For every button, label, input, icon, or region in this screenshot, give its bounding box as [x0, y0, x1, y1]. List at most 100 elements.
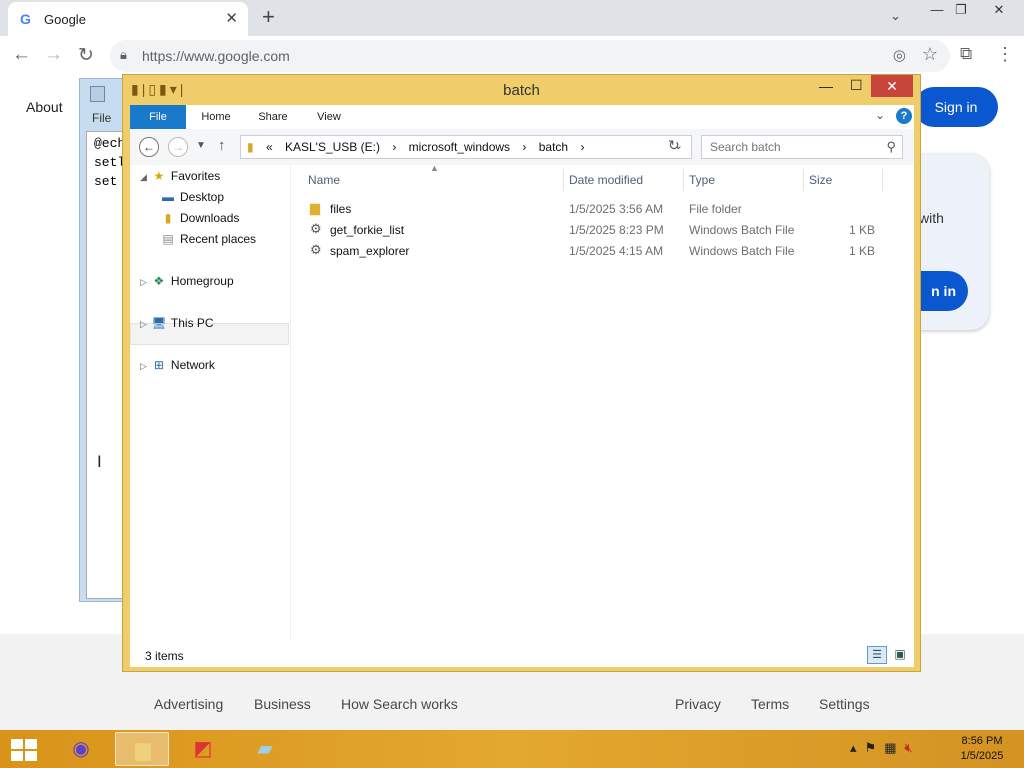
nav-recent-places[interactable]: ▤ Recent places	[160, 232, 256, 246]
footer-link-settings[interactable]: Settings	[819, 696, 870, 712]
breadcrumb-overflow[interactable]: «	[266, 140, 273, 154]
breadcrumb-microsoft-windows[interactable]: microsoft_windows	[409, 140, 510, 154]
forward-button[interactable]: →	[168, 137, 188, 157]
file-size: 1 KB	[848, 223, 875, 237]
breadcrumb-separator[interactable]: ›	[522, 140, 526, 154]
tab-view[interactable]: View	[306, 105, 352, 129]
file-explorer-icon: ▆	[135, 739, 151, 761]
footer-link-terms[interactable]: Terms	[751, 696, 789, 712]
tab-home[interactable]: Home	[192, 105, 240, 129]
close-window-button[interactable]: ✕	[984, 2, 1014, 22]
tab-file[interactable]: File	[130, 105, 186, 129]
explorer-maximize-button[interactable]: ☐	[850, 77, 863, 94]
nav-network[interactable]: ▷ ⊞ Network	[140, 358, 215, 372]
breadcrumb-separator[interactable]: ›	[392, 140, 396, 154]
file-row[interactable]: ▆ files 1/5/2025 3:56 AM File folder	[302, 198, 912, 219]
clock-time: 8:56 PM	[961, 735, 1003, 747]
details-view-icon[interactable]: ☰	[867, 646, 887, 664]
search-input[interactable]	[708, 139, 872, 155]
taskbar: ◉ ▆ ◩ ▰ ▴⚑▦🔇︎ 8:56 PM 1/5/2025	[0, 730, 1024, 768]
column-header-size[interactable]: Size	[809, 173, 832, 187]
restore-button[interactable]: ❐	[946, 2, 976, 22]
forward-icon[interactable]: →	[44, 44, 63, 66]
address-bar[interactable]: 🔒︎ https://www.google.com ◎ ☆	[110, 40, 950, 72]
collapse-triangle-icon[interactable]: ◢	[140, 172, 147, 182]
menu-kebab-icon[interactable]: ⋮	[996, 44, 1014, 65]
browser-tab[interactable]: G Google ✕	[8, 2, 248, 36]
taskbar-file-explorer[interactable]: ▆	[115, 732, 169, 766]
refresh-icon[interactable]: ↻	[668, 137, 680, 154]
sort-ascending-icon: ▲	[430, 163, 439, 173]
column-divider[interactable]	[803, 169, 804, 191]
tracking-blocked-icon[interactable]: ◎	[893, 46, 906, 64]
nav-favorites[interactable]: ◢ ★ Favorites	[140, 169, 220, 183]
column-header-date-modified[interactable]: Date modified	[569, 173, 643, 187]
nav-homegroup[interactable]: ▷ ❖ Homegroup	[140, 274, 234, 288]
search-icon[interactable]: ⚲	[886, 139, 896, 155]
notepad-menu-file[interactable]: File	[92, 111, 111, 125]
notepad-icon: ▰	[257, 738, 273, 760]
expand-triangle-icon[interactable]: ▷	[140, 319, 147, 329]
folder-icon: ▮	[247, 140, 254, 154]
large-icons-view-icon[interactable]: ▣	[891, 646, 909, 662]
column-divider[interactable]	[882, 169, 883, 191]
column-divider[interactable]	[683, 169, 684, 191]
tab-search-chevron-icon[interactable]: ⌄	[890, 8, 901, 24]
breadcrumb-separator[interactable]: ›	[580, 140, 584, 154]
column-divider[interactable]	[563, 169, 564, 191]
google-favicon-icon: G	[20, 11, 31, 27]
expand-triangle-icon[interactable]: ▷	[140, 361, 147, 371]
footer-link-privacy[interactable]: Privacy	[675, 696, 721, 712]
file-row[interactable]: ⚙ get_forkie_list 1/5/2025 8:23 PM Windo…	[302, 219, 912, 240]
help-icon[interactable]: ?	[896, 108, 912, 124]
system-tray[interactable]: ▴⚑▦🔇︎	[850, 740, 921, 756]
file-date: 1/5/2025 4:15 AM	[569, 244, 664, 258]
close-tab-icon[interactable]: ✕	[225, 9, 238, 27]
notepad-line: set	[94, 174, 118, 189]
tab-share[interactable]: Share	[248, 105, 298, 129]
sign-in-button[interactable]: Sign in	[914, 87, 998, 127]
back-icon[interactable]: ←	[12, 44, 31, 66]
breadcrumb-batch[interactable]: batch	[539, 140, 568, 154]
column-header-type[interactable]: Type	[689, 173, 715, 187]
about-link[interactable]: About	[26, 99, 63, 115]
window-title: batch	[503, 82, 540, 99]
site-info-icon[interactable]: 🔒︎	[120, 47, 127, 63]
file-row[interactable]: ⚙ spam_explorer 1/5/2025 4:15 AM Windows…	[302, 240, 912, 261]
star-icon: ★	[153, 169, 165, 183]
item-count: 3 items	[145, 649, 184, 663]
expand-triangle-icon[interactable]: ▷	[140, 277, 147, 287]
search-box[interactable]: ⚲	[701, 135, 903, 159]
extensions-icon[interactable]: ⧉	[960, 44, 972, 64]
file-name: get_forkie_list	[330, 223, 405, 237]
footer-link-advertising[interactable]: Advertising	[154, 696, 223, 712]
file-size: 1 KB	[848, 244, 875, 258]
bookmark-star-icon[interactable]: ☆	[922, 44, 938, 65]
expand-ribbon-chevron-icon[interactable]: ⌄	[875, 108, 885, 122]
url-text: https://www.google.com	[142, 48, 290, 64]
nav-this-pc[interactable]: ▷ 🖥︎ This PC	[140, 316, 214, 330]
reload-icon[interactable]: ↻	[78, 44, 94, 67]
recent-locations-chevron-icon[interactable]: ▼	[196, 140, 206, 151]
new-tab-button[interactable]: +	[262, 4, 275, 30]
explorer-minimize-button[interactable]: —	[819, 78, 833, 94]
taskbar-app[interactable]: ◩	[176, 732, 230, 766]
firefox-icon: ◉	[72, 738, 90, 760]
up-arrow-icon[interactable]: ↑	[218, 137, 226, 154]
back-button[interactable]: ←	[139, 137, 159, 157]
taskbar-firefox[interactable]: ◉	[54, 732, 108, 766]
explorer-close-button[interactable]: ✕	[871, 75, 913, 97]
nav-downloads[interactable]: ▮ Downloads	[160, 211, 240, 225]
network-icon: ▦	[884, 740, 905, 755]
taskbar-notepad[interactable]: ▰	[238, 732, 292, 766]
footer-link-how-search-works[interactable]: How Search works	[341, 696, 458, 712]
start-button[interactable]	[10, 738, 38, 762]
column-header-name[interactable]: Name	[308, 173, 340, 187]
explorer-title-bar[interactable]: ▮|▯▮▾| batch — ☐ ✕	[123, 75, 920, 105]
clock[interactable]: 8:56 PM 1/5/2025	[952, 734, 1012, 764]
breadcrumb-drive[interactable]: KASL'S_USB (E:)	[285, 140, 380, 154]
path-address-bar[interactable]: ▮ « KASL'S_USB (E:) › microsoft_windows …	[240, 135, 692, 159]
footer-link-business[interactable]: Business	[254, 696, 311, 712]
nav-desktop[interactable]: ▬ Desktop	[160, 190, 224, 204]
ribbon-tabs: File Home Share View ⌄ ?	[130, 105, 914, 129]
